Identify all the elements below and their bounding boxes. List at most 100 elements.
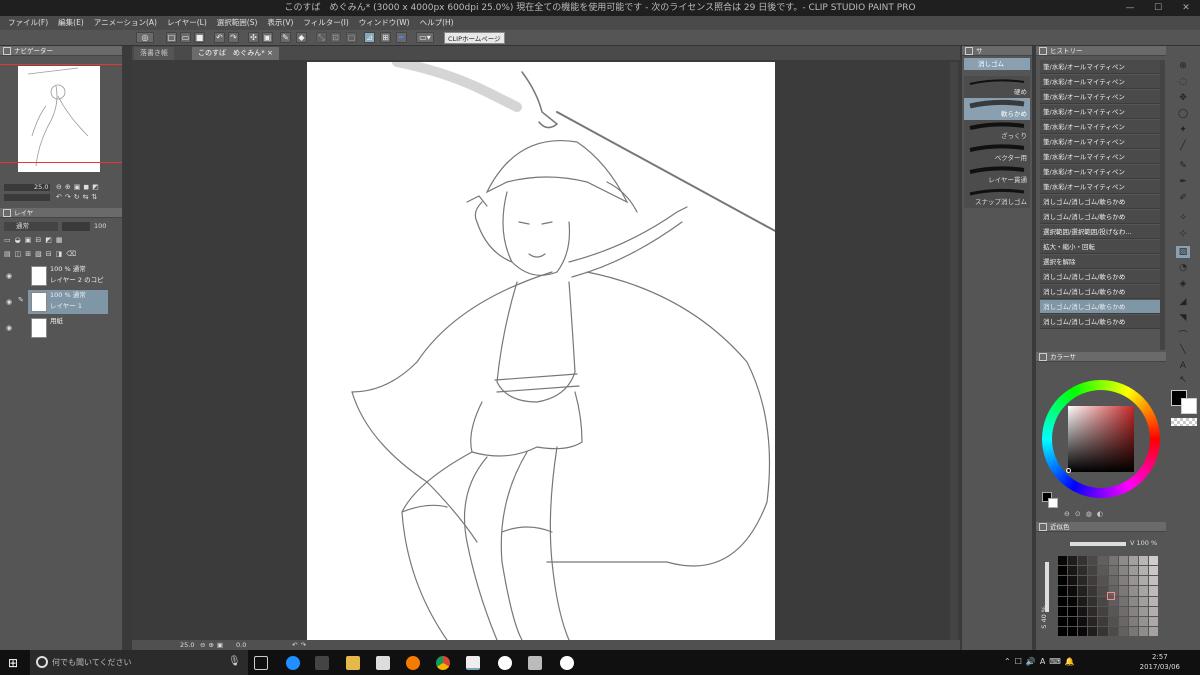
history-item[interactable]: 筆/水彩/オールマイティペン bbox=[1040, 60, 1160, 74]
approx-color-cell[interactable] bbox=[1058, 626, 1068, 636]
approx-color-cell[interactable] bbox=[1098, 626, 1108, 636]
approx-color-cell[interactable] bbox=[1118, 556, 1128, 566]
studio-logo-icon[interactable]: ◎ bbox=[136, 32, 154, 43]
menu-help[interactable]: ヘルプ(H) bbox=[420, 16, 454, 30]
approx-color-cell[interactable] bbox=[1138, 586, 1148, 596]
layer-action-buttons[interactable]: ▤◫⊞▧⊟◨⌫ bbox=[4, 250, 80, 258]
open-file-icon[interactable]: ▭ bbox=[180, 32, 191, 43]
approx-color-cell[interactable] bbox=[1128, 576, 1138, 586]
approx-color-cell[interactable] bbox=[1088, 596, 1098, 606]
approx-color-cell[interactable] bbox=[1098, 556, 1108, 566]
eyedropper-icon[interactable]: ╱ bbox=[1176, 140, 1190, 152]
approx-color-cell[interactable] bbox=[1138, 616, 1148, 626]
layer-row-paper[interactable]: 用紙 bbox=[28, 316, 108, 340]
approx-color-cell[interactable] bbox=[1088, 606, 1098, 616]
history-item[interactable]: 消しゴム/消しゴム/軟らかめ bbox=[1040, 315, 1160, 329]
history-item[interactable]: 筆/水彩/オールマイティペン bbox=[1040, 150, 1160, 164]
history-scrollbar[interactable] bbox=[1160, 60, 1165, 350]
approx-color-cell[interactable] bbox=[1068, 596, 1078, 606]
history-item[interactable]: 筆/水彩/オールマイティペン bbox=[1040, 75, 1160, 89]
decoration-tool-icon[interactable]: ⊹ bbox=[1176, 228, 1190, 240]
subtool-group-eraser[interactable]: 消しゴム bbox=[964, 58, 1030, 70]
approx-color-cell[interactable] bbox=[1078, 596, 1088, 606]
history-item[interactable]: 消しゴム/消しゴム/軟らかめ bbox=[1040, 195, 1160, 209]
approx-color-cell[interactable] bbox=[1098, 566, 1108, 576]
approx-color-cell[interactable] bbox=[1068, 626, 1078, 636]
approx-color-cell[interactable] bbox=[1058, 596, 1068, 606]
transform-icon[interactable]: ⤡ bbox=[316, 32, 327, 43]
cortana-search-box[interactable]: 何でも聞いてください bbox=[30, 650, 248, 675]
approx-color-cell[interactable] bbox=[1128, 596, 1138, 606]
approx-color-cell[interactable] bbox=[1078, 566, 1088, 576]
pen-tool-icon[interactable]: ✎ bbox=[1176, 160, 1190, 172]
menu-window[interactable]: ウィンドウ(W) bbox=[359, 16, 410, 30]
approx-color-cell[interactable] bbox=[1148, 556, 1158, 566]
lasso-tool-icon[interactable]: ◯ bbox=[1176, 108, 1190, 120]
approx-color-cell[interactable] bbox=[1078, 626, 1088, 636]
brush-icon[interactable]: ✎ bbox=[280, 32, 291, 43]
chrome-icon[interactable] bbox=[436, 656, 450, 670]
approx-color-cell[interactable] bbox=[1128, 626, 1138, 636]
history-item[interactable]: 消しゴム/消しゴム/軟らかめ bbox=[1040, 285, 1160, 299]
approx-color-cell[interactable] bbox=[1058, 586, 1068, 596]
rotate-buttons[interactable]: ↶↷ bbox=[292, 640, 309, 650]
visibility-eye-icon[interactable]: ◉ bbox=[6, 298, 14, 306]
approx-color-cell[interactable] bbox=[1108, 566, 1118, 576]
app-w-icon[interactable] bbox=[498, 656, 512, 670]
clip-homepage-button[interactable]: CLIPホームページ bbox=[444, 32, 505, 44]
approx-color-cell[interactable] bbox=[1068, 556, 1078, 566]
approx-color-cell[interactable] bbox=[1128, 606, 1138, 616]
history-item[interactable]: 筆/水彩/オールマイティペン bbox=[1040, 135, 1160, 149]
history-item[interactable]: 消しゴム/消しゴム/軟らかめ bbox=[1040, 270, 1160, 284]
history-item[interactable]: 選択範囲/選択範囲/投げなわ... bbox=[1040, 225, 1160, 239]
approx-color-cell[interactable] bbox=[1118, 626, 1128, 636]
eraser-icon[interactable]: ◆ bbox=[296, 32, 307, 43]
pencil-tool-icon[interactable]: ✒ bbox=[1176, 176, 1190, 188]
approx-color-cell[interactable] bbox=[1088, 626, 1098, 636]
clip-studio-icon[interactable] bbox=[466, 656, 480, 670]
crop-icon[interactable]: ⊡ bbox=[330, 32, 341, 43]
approx-color-cell[interactable] bbox=[1148, 616, 1158, 626]
approx-color-cell[interactable] bbox=[1138, 606, 1148, 616]
clear-icon[interactable]: ✣ bbox=[248, 32, 259, 43]
approx-color-cell[interactable] bbox=[1108, 626, 1118, 636]
history-item[interactable]: 筆/水彩/オールマイティペン bbox=[1040, 165, 1160, 179]
history-item[interactable]: 筆/水彩/オールマイティペン bbox=[1040, 105, 1160, 119]
approx-color-cell[interactable] bbox=[1138, 596, 1148, 606]
brush-tool-icon[interactable]: ✐ bbox=[1176, 192, 1190, 204]
approx-color-cell[interactable] bbox=[1078, 606, 1088, 616]
approx-color-cell[interactable] bbox=[1118, 576, 1128, 586]
approx-color-cell[interactable] bbox=[1078, 556, 1088, 566]
approx-color-cell[interactable] bbox=[1138, 576, 1148, 586]
approx-color-cell[interactable] bbox=[1128, 616, 1138, 626]
approx-color-cell[interactable] bbox=[1148, 566, 1158, 576]
zoom-buttons[interactable]: ⊖⊕▣ bbox=[200, 640, 226, 650]
navigator-buttons-row2[interactable]: ↶↷↻⇆⇅ bbox=[56, 193, 100, 201]
transparent-color[interactable] bbox=[1171, 418, 1197, 426]
approx-color-cell[interactable] bbox=[1138, 626, 1148, 636]
firefox-icon[interactable] bbox=[406, 656, 420, 670]
approx-color-cell[interactable] bbox=[1058, 606, 1068, 616]
navigator-preview[interactable] bbox=[18, 66, 100, 172]
approx-color-cell[interactable] bbox=[1098, 576, 1108, 586]
approx-color-cell[interactable] bbox=[1058, 556, 1068, 566]
windows-start-icon[interactable]: ⊞ bbox=[8, 656, 18, 670]
eraser-tool-icon[interactable]: ▨ bbox=[1176, 246, 1190, 258]
saturation-slider[interactable] bbox=[1045, 562, 1049, 612]
approx-color-cell[interactable] bbox=[1108, 576, 1118, 586]
menu-selection[interactable]: 選択範囲(S) bbox=[217, 16, 258, 30]
move-tool-icon[interactable]: ◌ bbox=[1176, 76, 1190, 88]
tab-rakugaki[interactable]: 落書き帳 bbox=[134, 47, 174, 60]
approx-color-cell[interactable] bbox=[1088, 586, 1098, 596]
operation-tool-icon[interactable]: ✥ bbox=[1176, 92, 1190, 104]
history-item[interactable]: 筆/水彩/オールマイティペン bbox=[1040, 180, 1160, 194]
tab-konosuba[interactable]: このすば めぐみん* × bbox=[192, 47, 279, 60]
value-slider[interactable] bbox=[1070, 542, 1126, 546]
approx-color-cell[interactable] bbox=[1058, 566, 1068, 576]
history-item[interactable]: 筆/水彩/オールマイティペン bbox=[1040, 90, 1160, 104]
approx-color-cell[interactable] bbox=[1098, 606, 1108, 616]
menu-view[interactable]: 表示(V) bbox=[267, 16, 293, 30]
app-photo-icon[interactable] bbox=[528, 656, 542, 670]
figure-tool-icon[interactable]: ◥ bbox=[1176, 312, 1190, 324]
tab-close-icon[interactable]: × bbox=[267, 49, 273, 57]
